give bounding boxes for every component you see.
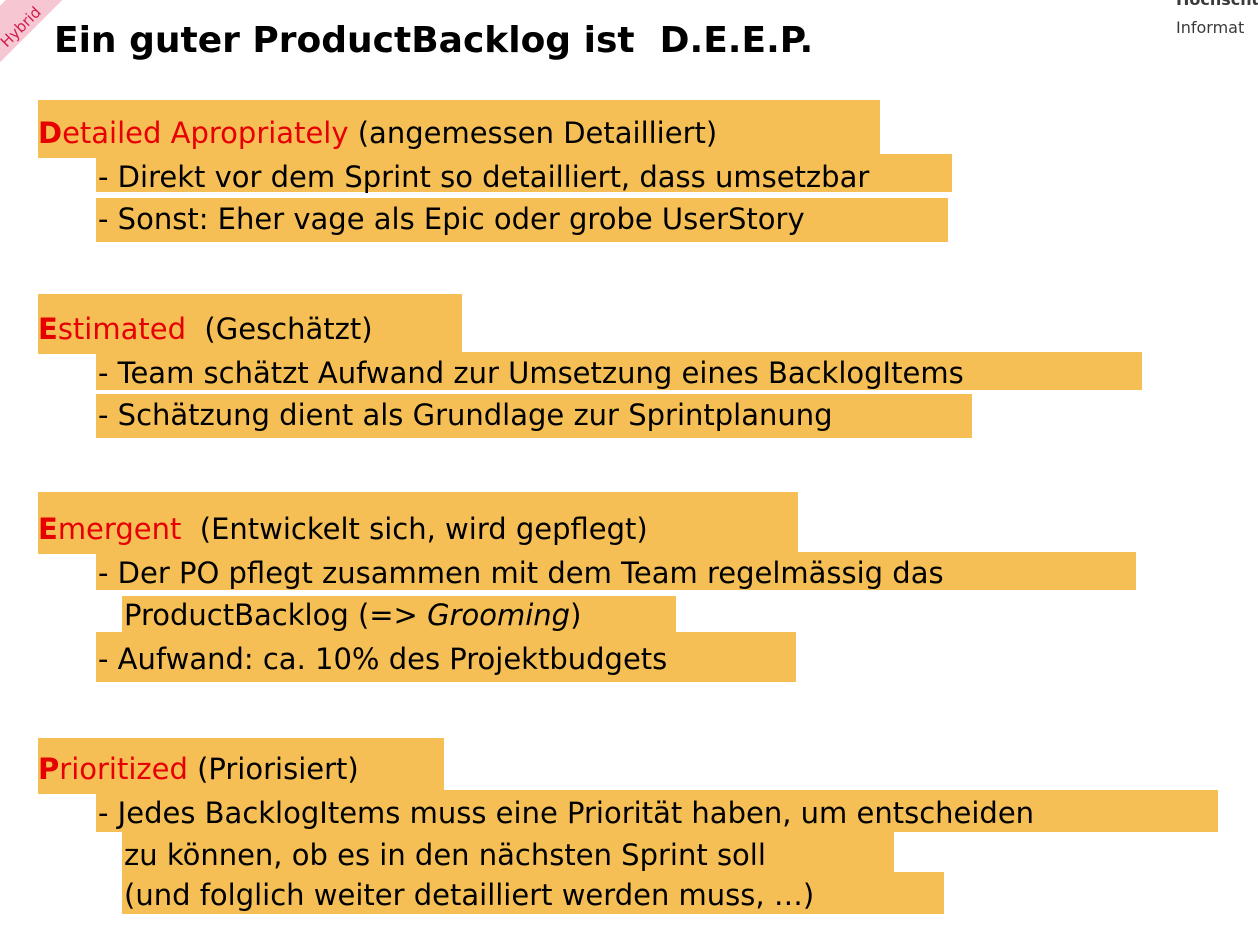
bullet-line: - Jedes BacklogItems muss eine Priorität…: [98, 796, 1035, 830]
heading-gloss: (Entwickelt sich, wird gepflegt): [181, 512, 648, 546]
heading-term: etailed Apropriately: [62, 116, 349, 150]
grooming-term: Grooming: [427, 598, 571, 632]
heading-term: stimated: [57, 312, 186, 346]
bullet-line: - Team schätzt Aufwand zur Umsetzung ein…: [98, 356, 964, 390]
bullet-line: - Sonst: Eher vage als Epic oder grobe U…: [98, 202, 805, 236]
slide-title: Ein guter ProductBacklog ist D.E.E.P.: [54, 20, 814, 61]
bullet-line: - Der PO pflegt zusammen mit dem Team re…: [98, 556, 944, 590]
heading-initial: E: [38, 512, 58, 546]
logo-line-1: Hochschu: [1176, 0, 1258, 9]
continuation-text: ProductBacklog (=>: [124, 598, 428, 632]
continuation-text: ): [570, 598, 582, 632]
bullet-continuation: zu können, ob es in den nächsten Sprint …: [124, 838, 766, 872]
section-heading-detailed: Detailed Apropriately (angemessen Detail…: [38, 114, 717, 152]
heading-gloss: (Geschätzt): [186, 312, 373, 346]
heading-term: rioritized: [59, 752, 188, 786]
bullet-line: - Aufwand: ca. 10% des Projektbudgets: [98, 642, 668, 676]
heading-gloss: (Priorisiert): [187, 752, 359, 786]
bullet-continuation: ProductBacklog (=> Grooming): [124, 596, 581, 634]
bullet-line: - Direkt vor dem Sprint so detailliert, …: [98, 160, 870, 194]
section-heading-emergent: Emergent (Entwickelt sich, wird gepflegt…: [38, 510, 648, 548]
bullet-line: - Schätzung dient als Grundlage zur Spri…: [98, 398, 833, 432]
section-heading-prioritized: Prioritized (Priorisiert): [38, 750, 359, 788]
heading-initial: E: [38, 312, 58, 346]
heading-gloss: (angemessen Detailliert): [348, 116, 718, 150]
bullet-continuation: (und folglich weiter detailliert werden …: [124, 878, 815, 912]
logo-line-2: Informat: [1176, 18, 1245, 37]
heading-term: mergent: [57, 512, 182, 546]
institution-logo: Hochschu Informat: [1168, 0, 1258, 40]
heading-initial: P: [38, 752, 60, 786]
heading-initial: D: [38, 116, 63, 150]
section-heading-estimated: Estimated (Geschätzt): [38, 310, 373, 348]
